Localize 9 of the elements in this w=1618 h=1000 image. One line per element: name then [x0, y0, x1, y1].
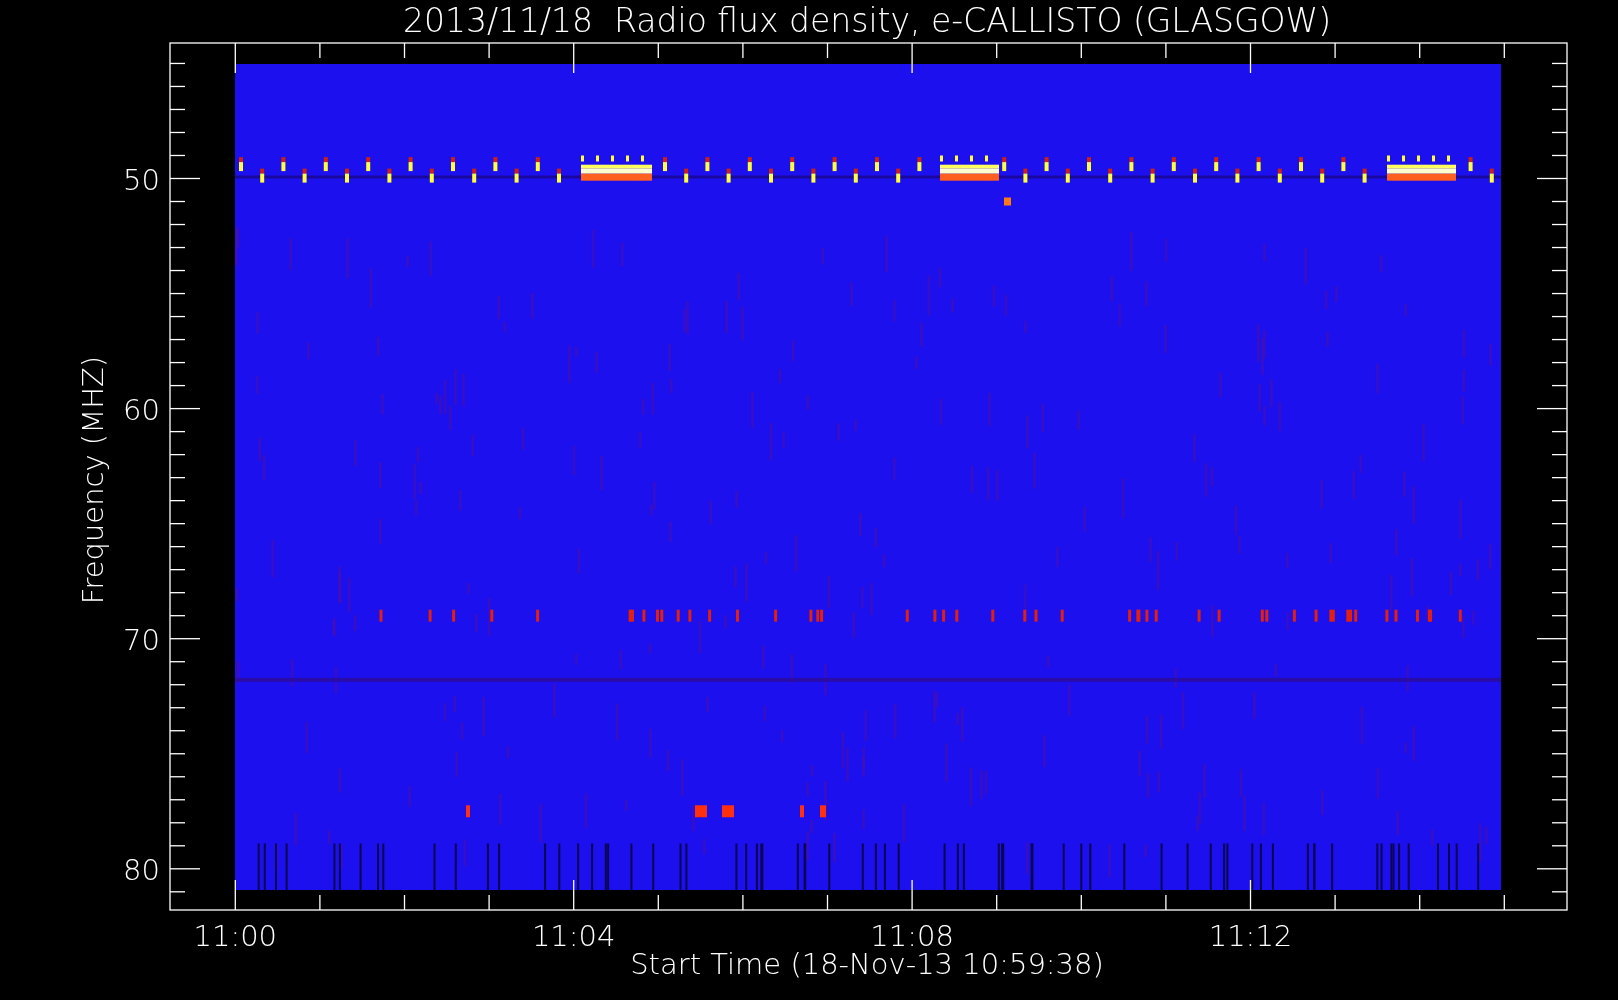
- x-tick-label: 11:00: [193, 919, 278, 953]
- plot-title: 2013/11/18 Radio flux density, e-CALLISTO (GLASGOW): [402, 1, 1332, 40]
- y-tick-label: 70: [123, 622, 160, 657]
- y-tick-label: 50: [123, 162, 160, 197]
- x-tick-label: 11:12: [1208, 919, 1293, 953]
- x-tick-label: 11:04: [531, 919, 616, 953]
- y-axis-label: Frequency (MHZ): [76, 355, 110, 605]
- y-tick-label: 80: [123, 852, 160, 887]
- y-tick-label: 60: [123, 392, 160, 427]
